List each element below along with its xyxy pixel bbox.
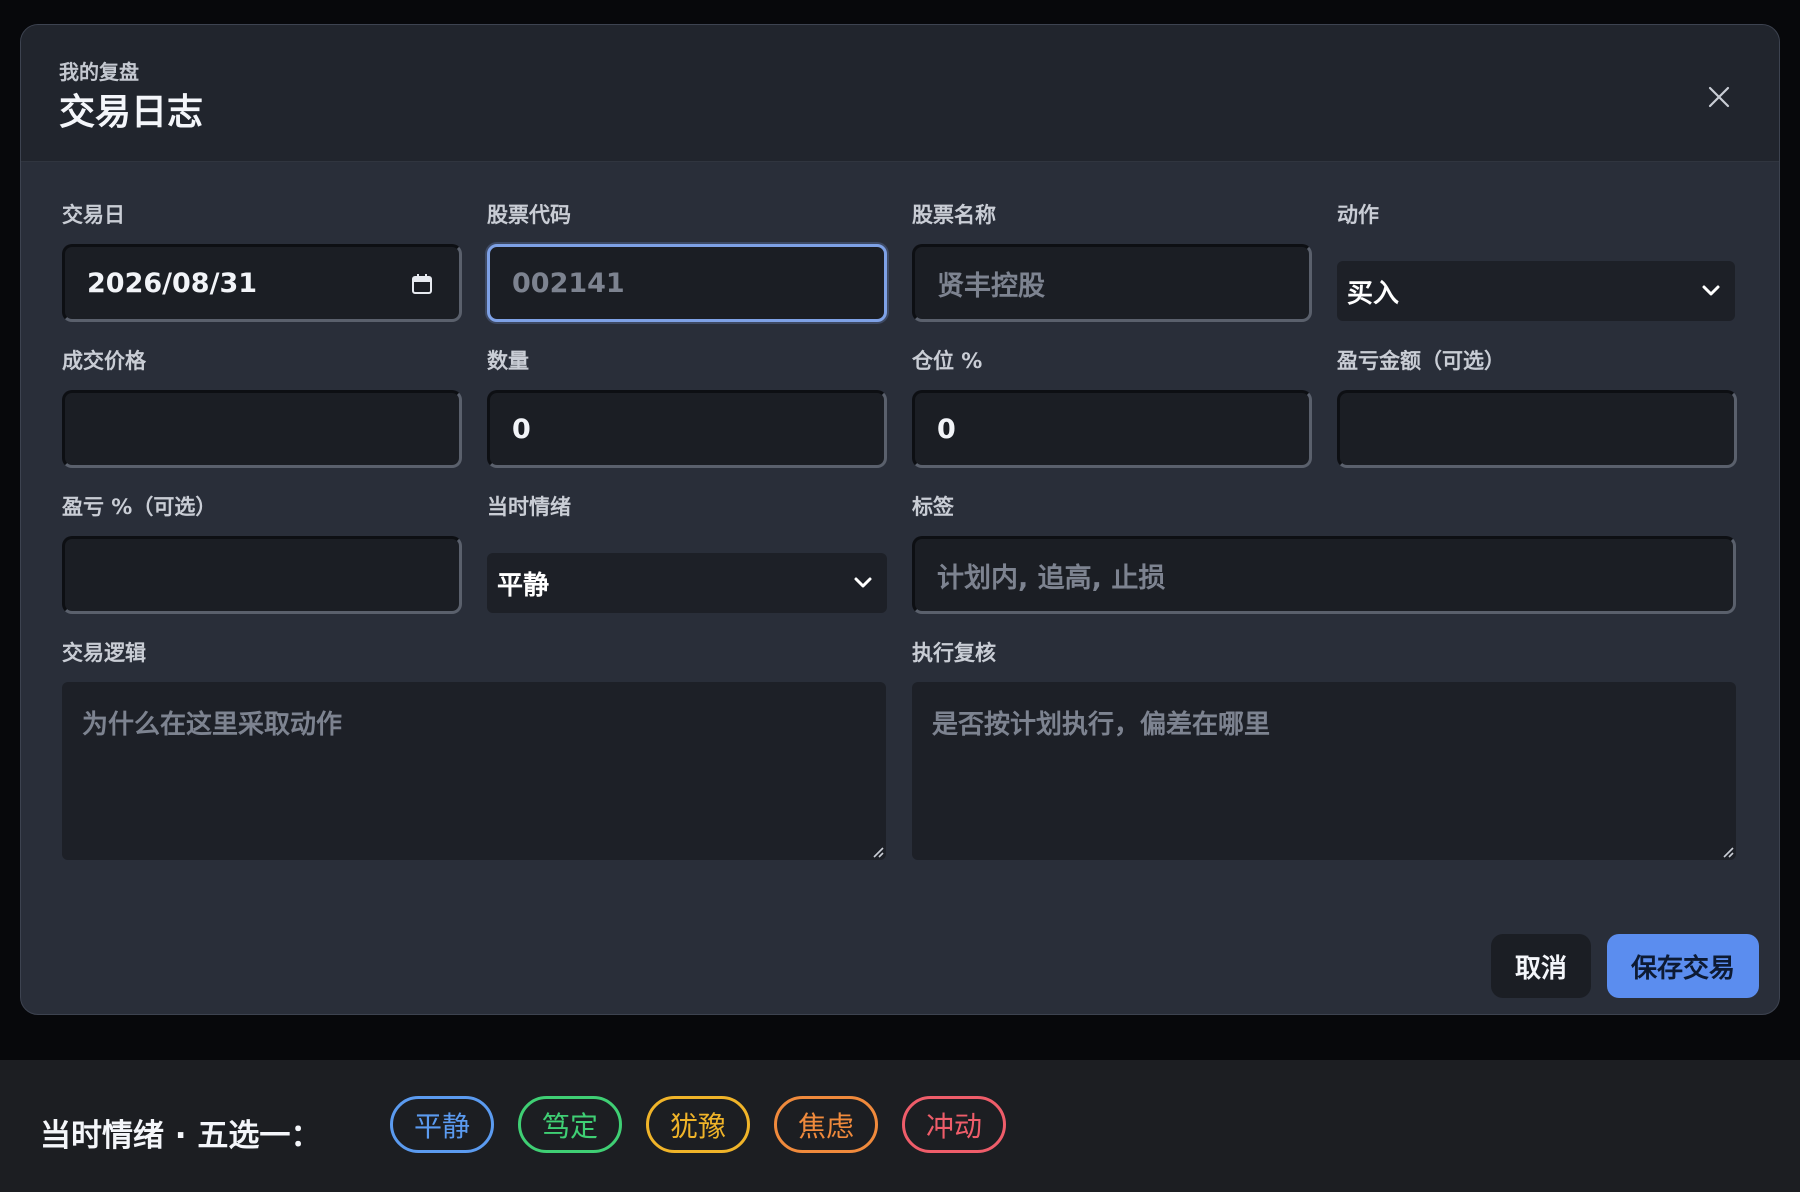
stock-code-placeholder: 002141: [512, 267, 625, 299]
emotion-chip-hesitant[interactable]: 犹豫: [646, 1096, 750, 1153]
modal-title: 交易日志: [59, 92, 204, 133]
logic-placeholder: 为什么在这里采取动作: [82, 710, 343, 740]
action-label: 动作: [1337, 203, 1379, 227]
logic-label: 交易逻辑: [62, 641, 146, 665]
field-trade-date: 交易日 2026/08/31: [62, 201, 462, 322]
field-pnl-amount: 盈亏金额（可选）: [1337, 347, 1737, 468]
field-position: 仓位 % 0: [912, 347, 1312, 468]
emotion-chip-calm[interactable]: 平静: [390, 1096, 494, 1153]
close-icon: [1708, 86, 1730, 108]
pnl-percent-label: 盈亏 %（可选）: [62, 495, 217, 519]
field-stock-name: 股票名称 贤丰控股: [912, 201, 1312, 322]
modal-header: 我的复盘 交易日志: [21, 25, 1779, 162]
trade-journal-modal: 我的复盘 交易日志 交易日 2026/08/31 股票代码 002141 股票名…: [20, 24, 1780, 1015]
review-label: 执行复核: [912, 641, 996, 665]
pnl-percent-input[interactable]: [62, 536, 462, 614]
review-placeholder: 是否按计划执行，偏差在哪里: [932, 710, 1271, 740]
stock-name-label: 股票名称: [912, 203, 996, 227]
resize-grip-icon[interactable]: [870, 844, 884, 858]
emotion-chip-confident[interactable]: 笃定: [518, 1096, 622, 1153]
logic-textarea[interactable]: 为什么在这里采取动作: [62, 682, 886, 860]
trade-date-label: 交易日: [62, 203, 125, 227]
quantity-input[interactable]: 0: [487, 390, 887, 468]
price-label: 成交价格: [62, 349, 146, 373]
field-action: 动作 买入: [1337, 201, 1735, 321]
emotion-label: 当时情绪: [487, 495, 571, 519]
tags-label: 标签: [912, 495, 954, 519]
field-quantity: 数量 0: [487, 347, 887, 468]
chevron-down-icon: [1702, 285, 1720, 296]
trade-date-value: 2026/08/31: [87, 267, 258, 299]
position-label: 仓位 %: [912, 349, 983, 373]
chevron-down-icon: [854, 577, 872, 588]
stock-name-placeholder: 贤丰控股: [937, 270, 1045, 302]
save-trade-button[interactable]: 保存交易: [1607, 934, 1759, 998]
field-review: 执行复核 是否按计划执行，偏差在哪里: [912, 639, 1736, 860]
emotion-selected: 平静: [497, 570, 550, 601]
field-price: 成交价格: [62, 347, 462, 468]
quantity-value: 0: [512, 413, 531, 445]
emotion-select[interactable]: 平静: [487, 553, 887, 613]
calendar-icon[interactable]: [411, 273, 433, 295]
position-value: 0: [937, 413, 956, 445]
position-input[interactable]: 0: [912, 390, 1312, 468]
field-emotion: 当时情绪 平静: [487, 493, 887, 613]
field-stock-code: 股票代码 002141: [487, 201, 887, 322]
action-selected: 买入: [1347, 278, 1400, 309]
stock-code-label: 股票代码: [487, 203, 571, 227]
cancel-button[interactable]: 取消: [1491, 934, 1591, 998]
quantity-label: 数量: [487, 349, 529, 373]
emotion-chip-impulsive[interactable]: 冲动: [902, 1096, 1006, 1153]
emotion-legend-bar: 当时情绪 · 五选一： 平静 笃定 犹豫 焦虑 冲动: [0, 1060, 1800, 1192]
close-button[interactable]: [1701, 79, 1737, 115]
stock-code-input[interactable]: 002141: [487, 244, 887, 322]
tags-input[interactable]: 计划内, 追高, 止损: [912, 536, 1736, 614]
action-select[interactable]: 买入: [1337, 261, 1735, 321]
stock-name-input[interactable]: 贤丰控股: [912, 244, 1312, 322]
resize-grip-icon[interactable]: [1720, 844, 1734, 858]
price-input[interactable]: [62, 390, 462, 468]
trade-date-input[interactable]: 2026/08/31: [62, 244, 462, 322]
modal-eyebrow: 我的复盘: [59, 60, 139, 84]
emotion-chip-anxious[interactable]: 焦虑: [774, 1096, 878, 1153]
field-pnl-percent: 盈亏 %（可选）: [62, 493, 462, 614]
review-textarea[interactable]: 是否按计划执行，偏差在哪里: [912, 682, 1736, 860]
pnl-amount-input[interactable]: [1337, 390, 1737, 468]
tags-placeholder: 计划内, 追高, 止损: [937, 562, 1166, 594]
emotion-legend-label: 当时情绪 · 五选一：: [40, 1118, 322, 1154]
pnl-amount-label: 盈亏金额（可选）: [1337, 349, 1505, 373]
field-logic: 交易逻辑 为什么在这里采取动作: [62, 639, 886, 860]
field-tags: 标签 计划内, 追高, 止损: [912, 493, 1736, 614]
